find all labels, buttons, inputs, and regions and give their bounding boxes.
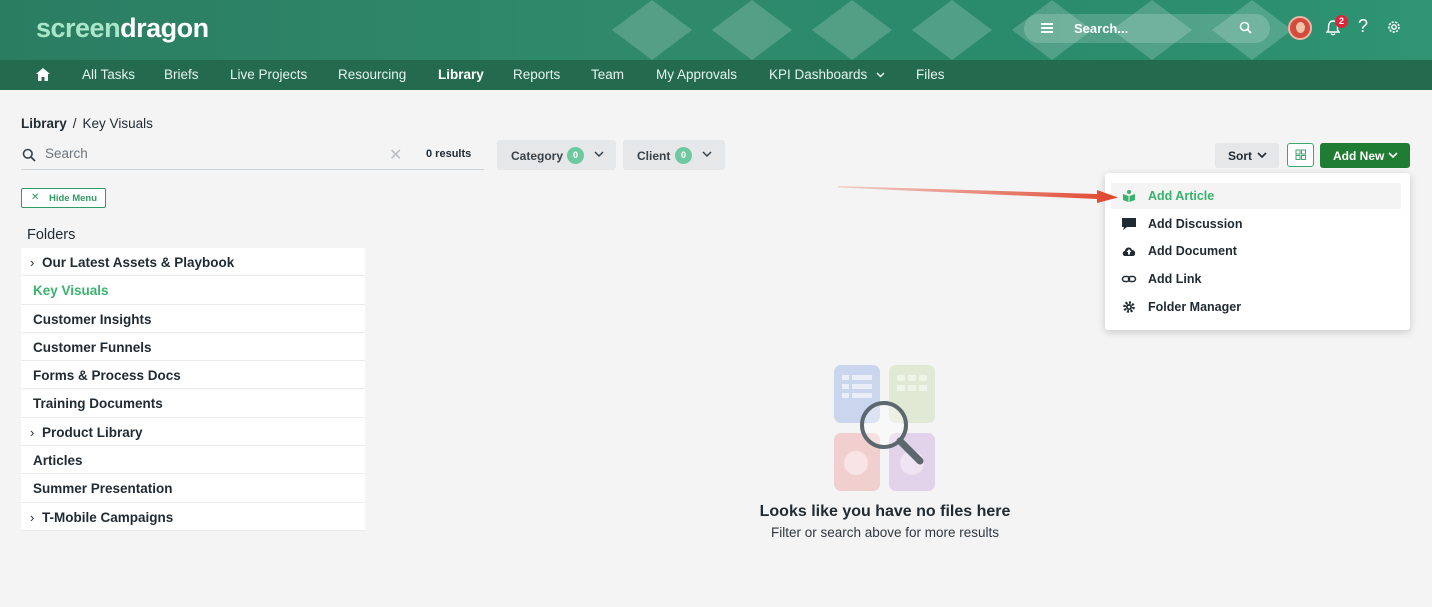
grid-icon — [1295, 149, 1306, 160]
clear-search-icon[interactable]: ✕ — [389, 145, 402, 165]
discussion-icon — [1122, 218, 1136, 230]
logo-text-part1: screen — [36, 13, 121, 43]
add-new-button[interactable]: Add New — [1320, 143, 1410, 168]
chevron-down-icon — [1257, 152, 1267, 159]
folder-label: Training Documents — [33, 396, 163, 412]
nav-team[interactable]: Team — [591, 67, 624, 82]
menu-item-label: Add Link — [1148, 272, 1202, 286]
annotation-arrow — [838, 186, 1118, 203]
folder-label: Product Library — [42, 424, 143, 440]
sort-button[interactable]: Sort — [1215, 143, 1279, 168]
menu-item-add-discussion[interactable]: Add Discussion — [1111, 211, 1401, 237]
article-icon — [1123, 190, 1135, 202]
folder-label: Summer Presentation — [33, 481, 173, 497]
folder-label: Articles — [33, 453, 83, 469]
folder-label: Our Latest Assets & Playbook — [42, 255, 235, 270]
client-filter[interactable]: Client 0 — [623, 140, 725, 170]
category-filter[interactable]: Category 0 — [497, 140, 616, 170]
chevron-down-icon — [594, 151, 604, 158]
chevron-down-icon — [1388, 152, 1398, 159]
category-filter-label: Category — [511, 149, 564, 163]
settings-icon[interactable] — [1386, 19, 1402, 35]
breadcrumb-current: Key Visuals — [82, 116, 153, 131]
folder-item[interactable]: Summer Presentation — [21, 474, 365, 503]
menu-item-label: Add Document — [1148, 244, 1237, 258]
nav-my-approvals[interactable]: My Approvals — [656, 67, 737, 82]
folder-item[interactable]: Customer Funnels — [21, 332, 365, 362]
link-icon — [1121, 275, 1137, 283]
empty-state-title: Looks like you have no files here — [759, 503, 1011, 520]
client-filter-label: Client — [637, 149, 671, 163]
client-count-badge: 0 — [675, 147, 692, 164]
search-icon[interactable] — [1239, 21, 1252, 34]
folder-item[interactable]: › T-Mobile Campaigns — [21, 502, 365, 531]
menu-item-label: Add Article — [1148, 189, 1215, 203]
gear-icon — [1123, 301, 1135, 313]
sort-label: Sort — [1228, 149, 1252, 163]
folder-list: › Our Latest Assets & Playbook Key Visua… — [21, 248, 365, 531]
chevron-right-icon[interactable]: › — [30, 510, 34, 525]
library-search: Search ✕ 0 results — [21, 140, 484, 170]
folder-label: T-Mobile Campaigns — [42, 509, 174, 525]
grid-view-button[interactable] — [1287, 143, 1314, 167]
chevron-right-icon[interactable]: › — [30, 425, 34, 440]
menu-item-add-document[interactable]: Add Document — [1111, 238, 1401, 264]
folder-item[interactable]: Forms & Process Docs — [21, 361, 365, 390]
folder-item[interactable]: Articles — [21, 446, 365, 475]
folders-title: Folders — [27, 227, 76, 243]
nav-files[interactable]: Files — [916, 67, 945, 82]
logo-text-part2: dragon — [120, 13, 209, 43]
menu-item-label: Folder Manager — [1148, 300, 1242, 314]
search-input[interactable]: Search — [45, 146, 375, 161]
folder-label: Key Visuals — [33, 283, 109, 299]
folder-label: Customer Funnels — [33, 339, 152, 355]
cloud-upload-icon — [1122, 247, 1136, 256]
breadcrumb-root[interactable]: Library — [21, 116, 67, 131]
nav-live-projects[interactable]: Live Projects — [230, 67, 307, 82]
notification-badge: 2 — [1335, 15, 1348, 28]
category-count-badge: 0 — [567, 147, 584, 164]
folder-label: Customer Insights — [33, 311, 152, 327]
add-new-label: Add New — [1333, 149, 1385, 163]
app-logo[interactable]: screendragon — [36, 13, 209, 44]
global-search[interactable]: Search... — [1024, 14, 1270, 43]
nav-kpi-dashboards[interactable]: KPI Dashboards — [769, 67, 885, 82]
empty-state-subtitle: Filter or search above for more results — [770, 525, 1000, 540]
nav-resourcing[interactable]: Resourcing — [338, 67, 406, 82]
hide-menu-button[interactable]: ✕ Hide Menu — [21, 188, 106, 208]
nav-briefs[interactable]: Briefs — [164, 67, 199, 82]
nav-all-tasks[interactable]: All Tasks — [82, 67, 135, 82]
folder-item[interactable]: › Product Library — [21, 417, 365, 447]
menu-item-folder-manager[interactable]: Folder Manager — [1111, 294, 1401, 320]
folder-label: Forms & Process Docs — [33, 368, 181, 384]
main-nav: All Tasks Briefs Live Projects Resourcin… — [0, 60, 1432, 90]
avatar[interactable] — [1288, 16, 1312, 40]
global-search-input[interactable]: Search... — [1074, 21, 1128, 36]
folder-item[interactable]: Training Documents — [21, 389, 365, 418]
nav-reports[interactable]: Reports — [513, 67, 560, 82]
hide-menu-label: Hide Menu — [49, 193, 98, 204]
breadcrumb: Library / Key Visuals — [21, 116, 153, 131]
home-icon[interactable] — [36, 68, 50, 81]
nav-library[interactable]: Library — [438, 67, 484, 82]
menu-icon[interactable] — [1041, 23, 1053, 33]
results-count: 0 results — [426, 148, 472, 160]
search-icon — [22, 148, 36, 162]
top-header: screendragon Search... 2 ? — [0, 0, 1432, 60]
add-new-dropdown: Add Article Add Discussion Add Document … — [1105, 173, 1410, 330]
nav-kpi-dashboards-label: KPI Dashboards — [769, 67, 868, 82]
breadcrumb-separator: / — [72, 116, 77, 131]
chevron-down-icon — [876, 72, 885, 78]
menu-item-add-link[interactable]: Add Link — [1111, 266, 1401, 292]
menu-item-add-article[interactable]: Add Article — [1111, 183, 1401, 209]
folder-item[interactable]: Customer Insights — [21, 304, 365, 333]
folder-item[interactable]: › Our Latest Assets & Playbook — [21, 248, 365, 277]
help-icon[interactable]: ? — [1358, 16, 1368, 37]
chevron-right-icon[interactable]: › — [30, 255, 34, 270]
menu-item-label: Add Discussion — [1148, 217, 1243, 231]
close-icon: ✕ — [31, 192, 40, 203]
folder-item[interactable]: Key Visuals — [21, 276, 365, 305]
empty-state-illustration — [834, 365, 935, 491]
chevron-down-icon — [702, 151, 712, 158]
